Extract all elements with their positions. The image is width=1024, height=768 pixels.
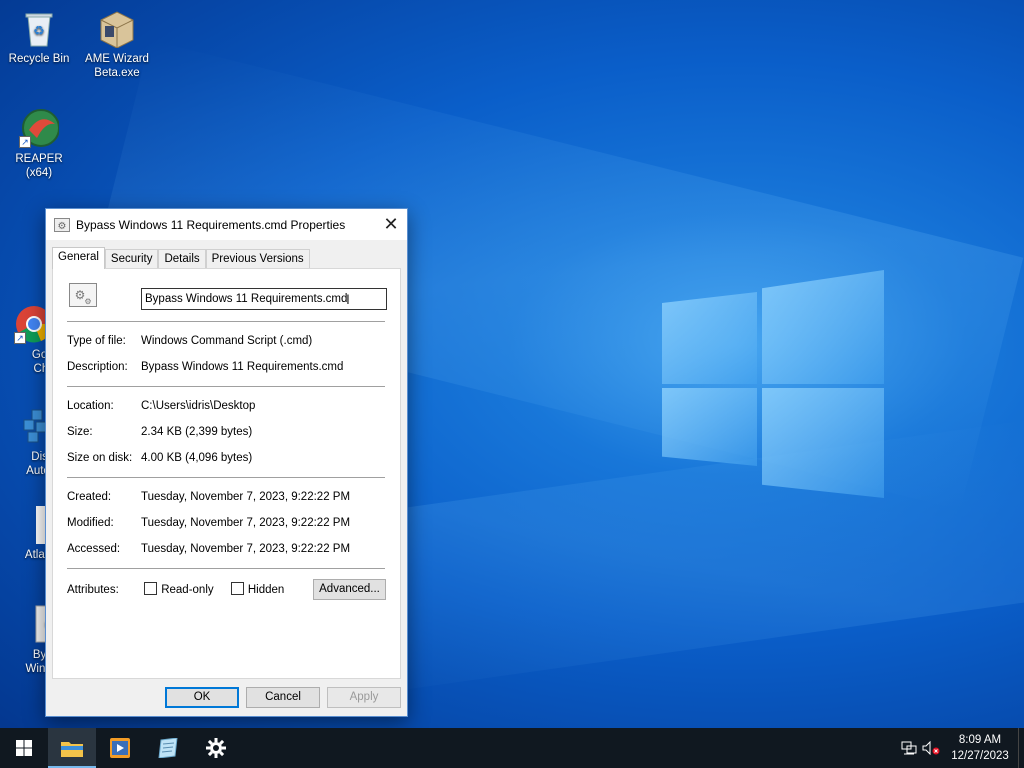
svg-text:⚙: ⚙ — [58, 221, 67, 232]
file-name-input[interactable]: Bypass Windows 11 Requirements.cmd I — [141, 288, 387, 310]
readonly-label: Read-only — [161, 584, 214, 596]
type-value: Windows Command Script (.cmd) — [141, 335, 313, 347]
location-row: Location: C:\Users\idris\Desktop — [67, 400, 255, 412]
gear-file-icon: ⚙ — [54, 217, 70, 232]
desktop-icon-recycle-bin[interactable]: ♻ Recycle Bin — [1, 8, 77, 66]
clock-date: 12/27/2023 — [951, 750, 1009, 762]
hidden-label: Hidden — [247, 584, 285, 596]
size-on-disk-row: Size on disk: 4.00 KB (4,096 bytes) — [67, 452, 252, 464]
divider — [67, 568, 385, 569]
dialog-titlebar[interactable]: ⚙ Bypass Windows 11 Requirements.cmd Pro… — [46, 209, 407, 240]
volume-muted-icon[interactable] — [920, 728, 942, 768]
close-icon: ✕ — [383, 213, 399, 234]
tab-general[interactable]: General — [52, 247, 105, 269]
tab-security[interactable]: Security — [104, 249, 159, 269]
type-label: Type of file: — [67, 335, 126, 347]
accessed-row: Accessed: Tuesday, November 7, 2023, 9:22… — [67, 543, 350, 555]
cancel-button[interactable]: Cancel — [246, 687, 320, 708]
readonly-checkbox[interactable]: Read-only — [144, 582, 214, 596]
accessed-label: Accessed: — [67, 543, 121, 555]
desktop-icon-label: REAPER (x64) — [15, 153, 63, 179]
tab-previous-versions[interactable]: Previous Versions — [205, 249, 310, 269]
tab-details[interactable]: Details — [158, 249, 206, 269]
notepad-icon — [158, 738, 178, 758]
desktop-icon-reaper[interactable]: ↗ REAPER (x64) — [1, 108, 77, 180]
created-row: Created: Tuesday, November 7, 2023, 9:22:… — [67, 491, 350, 503]
taskbar-media-player[interactable] — [96, 728, 144, 768]
hidden-checkbox[interactable]: Hidden — [230, 582, 285, 596]
windows-logo-wallpaper — [660, 270, 886, 500]
properties-dialog: ⚙ Bypass Windows 11 Requirements.cmd Pro… — [45, 208, 408, 717]
taskbar: 8:09 AM 12/27/2023 — [0, 728, 1024, 768]
modified-value: Tuesday, November 7, 2023, 9:22:22 PM — [141, 517, 351, 529]
svg-text:♻: ♻ — [33, 23, 45, 38]
svg-text:⚙: ⚙ — [84, 297, 91, 306]
taskbar-notepad[interactable] — [144, 728, 192, 768]
start-icon — [16, 740, 32, 756]
size-on-disk-label: Size on disk: — [67, 452, 133, 464]
divider — [67, 477, 385, 478]
taskbar-clock[interactable]: 8:09 AM 12/27/2023 — [942, 732, 1018, 764]
size-label: Size: — [67, 426, 93, 438]
ok-button[interactable]: OK — [165, 687, 239, 708]
shortcut-arrow-icon: ↗ — [19, 136, 31, 148]
tab-strip: General Security Details Previous Versio… — [52, 247, 310, 269]
divider — [67, 386, 385, 387]
checkbox-box — [144, 582, 158, 595]
settings-icon — [206, 738, 226, 758]
accessed-value: Tuesday, November 7, 2023, 9:22:22 PM — [141, 543, 351, 555]
clock-time: 8:09 AM — [958, 734, 1002, 746]
recycle-bin-icon: ♻ — [19, 8, 59, 48]
apply-button[interactable]: Apply — [327, 687, 401, 708]
size-value: 2.34 KB (2,399 bytes) — [141, 426, 253, 438]
desktop-icon-label: Recycle Bin — [8, 53, 70, 65]
created-value: Tuesday, November 7, 2023, 9:22:22 PM — [141, 491, 351, 503]
type-row: Type of file: Windows Command Script (.cm… — [67, 335, 312, 347]
shortcut-arrow-icon: ↗ — [14, 332, 26, 344]
advanced-button[interactable]: Advanced... — [313, 579, 386, 600]
checkbox-box — [230, 582, 244, 595]
modified-label: Modified: — [67, 517, 114, 529]
modified-row: Modified: Tuesday, November 7, 2023, 9:22… — [67, 517, 350, 529]
file-explorer-icon — [61, 742, 83, 757]
reaper-icon: ↗ — [19, 108, 60, 148]
location-value: C:\Users\idris\Desktop — [141, 400, 256, 412]
start-button[interactable] — [0, 728, 48, 768]
description-label: Description: — [67, 361, 128, 373]
network-icon[interactable] — [898, 728, 920, 768]
divider — [67, 321, 385, 322]
taskbar-settings[interactable] — [192, 728, 240, 768]
location-label: Location: — [67, 400, 114, 412]
media-player-icon — [110, 738, 130, 758]
dialog-title: Bypass Windows 11 Requirements.cmd Prope… — [76, 217, 346, 232]
desktop-icon-label: AME Wizard Beta.exe — [85, 53, 149, 79]
created-label: Created: — [67, 491, 112, 503]
attributes-row: Attributes: Read-only Hidden — [67, 582, 284, 596]
package-box-icon — [97, 8, 137, 49]
system-tray: 8:09 AM 12/27/2023 — [898, 728, 1024, 768]
taskbar-file-explorer[interactable] — [48, 728, 96, 768]
desktop-icon-ame-wizard[interactable]: AME Wizard Beta.exe — [79, 8, 155, 80]
text-cursor-icon: I — [346, 291, 350, 307]
attributes-label: Attributes: — [67, 584, 119, 596]
show-desktop-button[interactable] — [1018, 728, 1024, 768]
file-name-value: Bypass Windows 11 Requirements.cmd — [145, 293, 348, 305]
close-button[interactable]: ✕ — [375, 209, 407, 239]
size-on-disk-value: 4.00 KB (4,096 bytes) — [141, 452, 253, 464]
description-value: Bypass Windows 11 Requirements.cmd — [141, 361, 344, 373]
general-tab-panel: ⚙ ⚙ Bypass Windows 11 Requirements.cmd I … — [52, 268, 401, 679]
gear-file-icon: ⚙ ⚙ — [69, 283, 97, 307]
description-row: Description: Bypass Windows 11 Requiremen… — [67, 361, 343, 373]
size-row: Size: 2.34 KB (2,399 bytes) — [67, 426, 252, 438]
